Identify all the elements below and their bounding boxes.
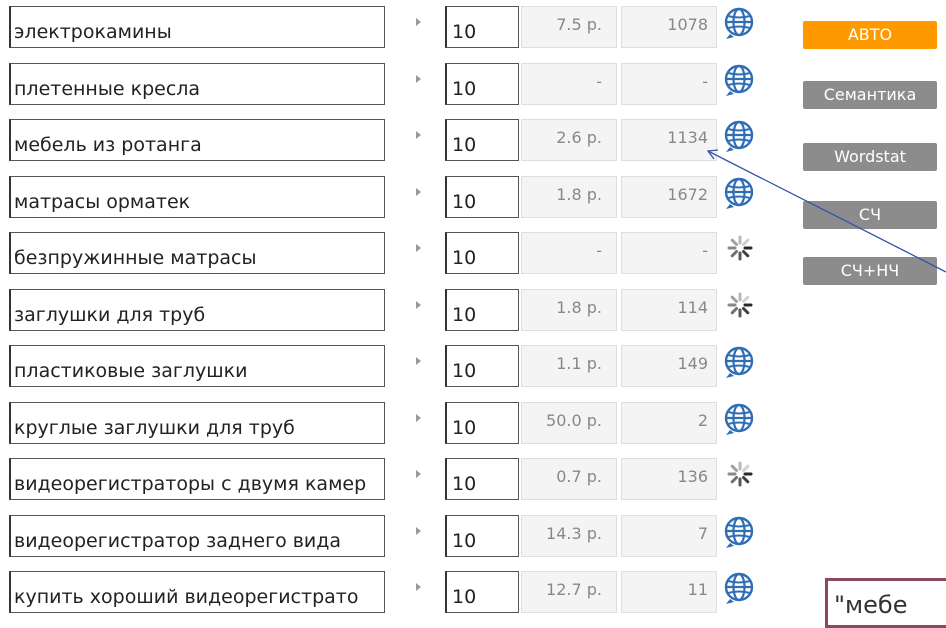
depth-input[interactable]: 10 [445, 514, 519, 557]
table-row: круглые заглушки для труб 10 50.0 р. 2 [0, 401, 790, 448]
table-row: мебель из ротанга 10 2.6 р. 1134 [0, 119, 790, 165]
frequency-cell: - [621, 232, 717, 274]
frequency-cell: 2 [621, 401, 717, 444]
callout-box: "мебе [825, 578, 946, 628]
globe-icon[interactable] [722, 345, 758, 381]
expand-arrow-icon[interactable] [416, 187, 421, 196]
price-cell: 14.3 р. [521, 514, 617, 557]
keyword-input[interactable]: круглые заглушки для труб [9, 401, 385, 444]
expand-arrow-icon[interactable] [416, 300, 421, 309]
keyword-input[interactable]: электрокамины [9, 6, 385, 48]
price-cell: 50.0 р. [521, 401, 617, 444]
keyword-input[interactable]: мебель из ротанга [9, 119, 385, 161]
loading-spinner-icon [722, 232, 758, 268]
table-row: пластиковые заглушки 10 1.1 р. 149 [0, 345, 790, 391]
globe-icon[interactable] [722, 6, 758, 42]
globe-icon[interactable] [722, 402, 758, 438]
frequency-cell: 1672 [621, 175, 717, 218]
globe-icon[interactable] [722, 571, 758, 607]
table-row: видеорегистраторы с двумя камер 10 0.7 р. 1… [0, 458, 790, 504]
depth-input[interactable]: 10 [445, 62, 519, 105]
loading-spinner-icon [722, 289, 758, 325]
depth-input[interactable]: 10 [445, 232, 519, 274]
table-row: плетенные кресла 10- - [0, 62, 790, 109]
frequency-cell: 1078 [621, 6, 717, 48]
depth-input[interactable]: 10 [445, 401, 519, 444]
frequency-cell: 11 [621, 571, 717, 613]
expand-arrow-icon[interactable] [416, 526, 421, 535]
keyword-input[interactable]: видеорегистраторы с двумя камер [9, 458, 385, 500]
frequency-cell: - [621, 62, 717, 105]
globe-icon[interactable] [722, 176, 758, 212]
callout-text: "мебе [834, 591, 908, 619]
price-cell: 1.1 р. [521, 345, 617, 387]
keyword-input[interactable]: заглушки для труб [9, 288, 385, 331]
keyword-input[interactable]: видеорегистратор заднего вида [9, 514, 385, 557]
keyword-input[interactable]: купить хороший видеорегистрато [9, 571, 385, 613]
depth-input[interactable]: 10 [445, 571, 519, 613]
frequency-cell: 149 [621, 345, 717, 387]
semantika-button[interactable]: Семантика [803, 81, 937, 109]
table-row: заглушки для труб 10 1.8 р. 114 [0, 288, 790, 335]
expand-arrow-icon[interactable] [416, 413, 421, 422]
expand-arrow-icon[interactable] [416, 131, 421, 139]
price-cell: - [521, 232, 617, 274]
sch-button[interactable]: СЧ [803, 201, 937, 229]
expand-arrow-icon[interactable] [416, 357, 421, 365]
depth-input[interactable]: 10 [445, 288, 519, 331]
frequency-cell: 114 [621, 288, 717, 331]
keyword-input[interactable]: пластиковые заглушки [9, 345, 385, 387]
loading-spinner-icon [722, 458, 758, 494]
expand-arrow-icon[interactable] [416, 244, 421, 252]
price-cell: - [521, 62, 617, 105]
globe-icon[interactable] [722, 119, 758, 155]
price-cell: 0.7 р. [521, 458, 617, 500]
sch-nch-button[interactable]: СЧ+НЧ [803, 257, 937, 285]
globe-icon[interactable] [722, 63, 758, 99]
keyword-input[interactable]: безпружинные матрасы [9, 232, 385, 274]
globe-icon[interactable] [722, 515, 758, 551]
table-row: видеорегистратор заднего вида 10 14.3 р. 7 [0, 514, 790, 561]
depth-input[interactable]: 10 [445, 119, 519, 161]
table-row: безпружинные матрасы 10- - [0, 232, 790, 278]
frequency-cell: 1134 [621, 119, 717, 161]
expand-arrow-icon[interactable] [416, 583, 421, 591]
depth-input[interactable]: 10 [445, 6, 519, 48]
price-cell: 1.8 р. [521, 175, 617, 218]
avto-button[interactable]: АВТО [803, 21, 937, 49]
depth-input[interactable]: 10 [445, 458, 519, 500]
frequency-cell: 7 [621, 514, 717, 557]
expand-arrow-icon[interactable] [416, 74, 421, 83]
table-row: матрасы орматек 10 1.8 р. 1672 [0, 175, 790, 222]
keyword-input[interactable]: плетенные кресла [9, 62, 385, 105]
keyword-input[interactable]: матрасы орматек [9, 175, 385, 218]
depth-input[interactable]: 10 [445, 345, 519, 387]
table-row: электрокамины 10 7.5 р. 1078 [0, 6, 790, 52]
expand-arrow-icon[interactable] [416, 470, 421, 478]
price-cell: 1.8 р. [521, 288, 617, 331]
table-row: купить хороший видеорегистрато 10 12.7 р. 1… [0, 571, 790, 617]
expand-arrow-icon[interactable] [416, 18, 421, 26]
frequency-cell: 136 [621, 458, 717, 500]
price-cell: 7.5 р. [521, 6, 617, 48]
wordstat-button[interactable]: Wordstat [803, 143, 937, 171]
price-cell: 2.6 р. [521, 119, 617, 161]
price-cell: 12.7 р. [521, 571, 617, 613]
depth-input[interactable]: 10 [445, 175, 519, 218]
